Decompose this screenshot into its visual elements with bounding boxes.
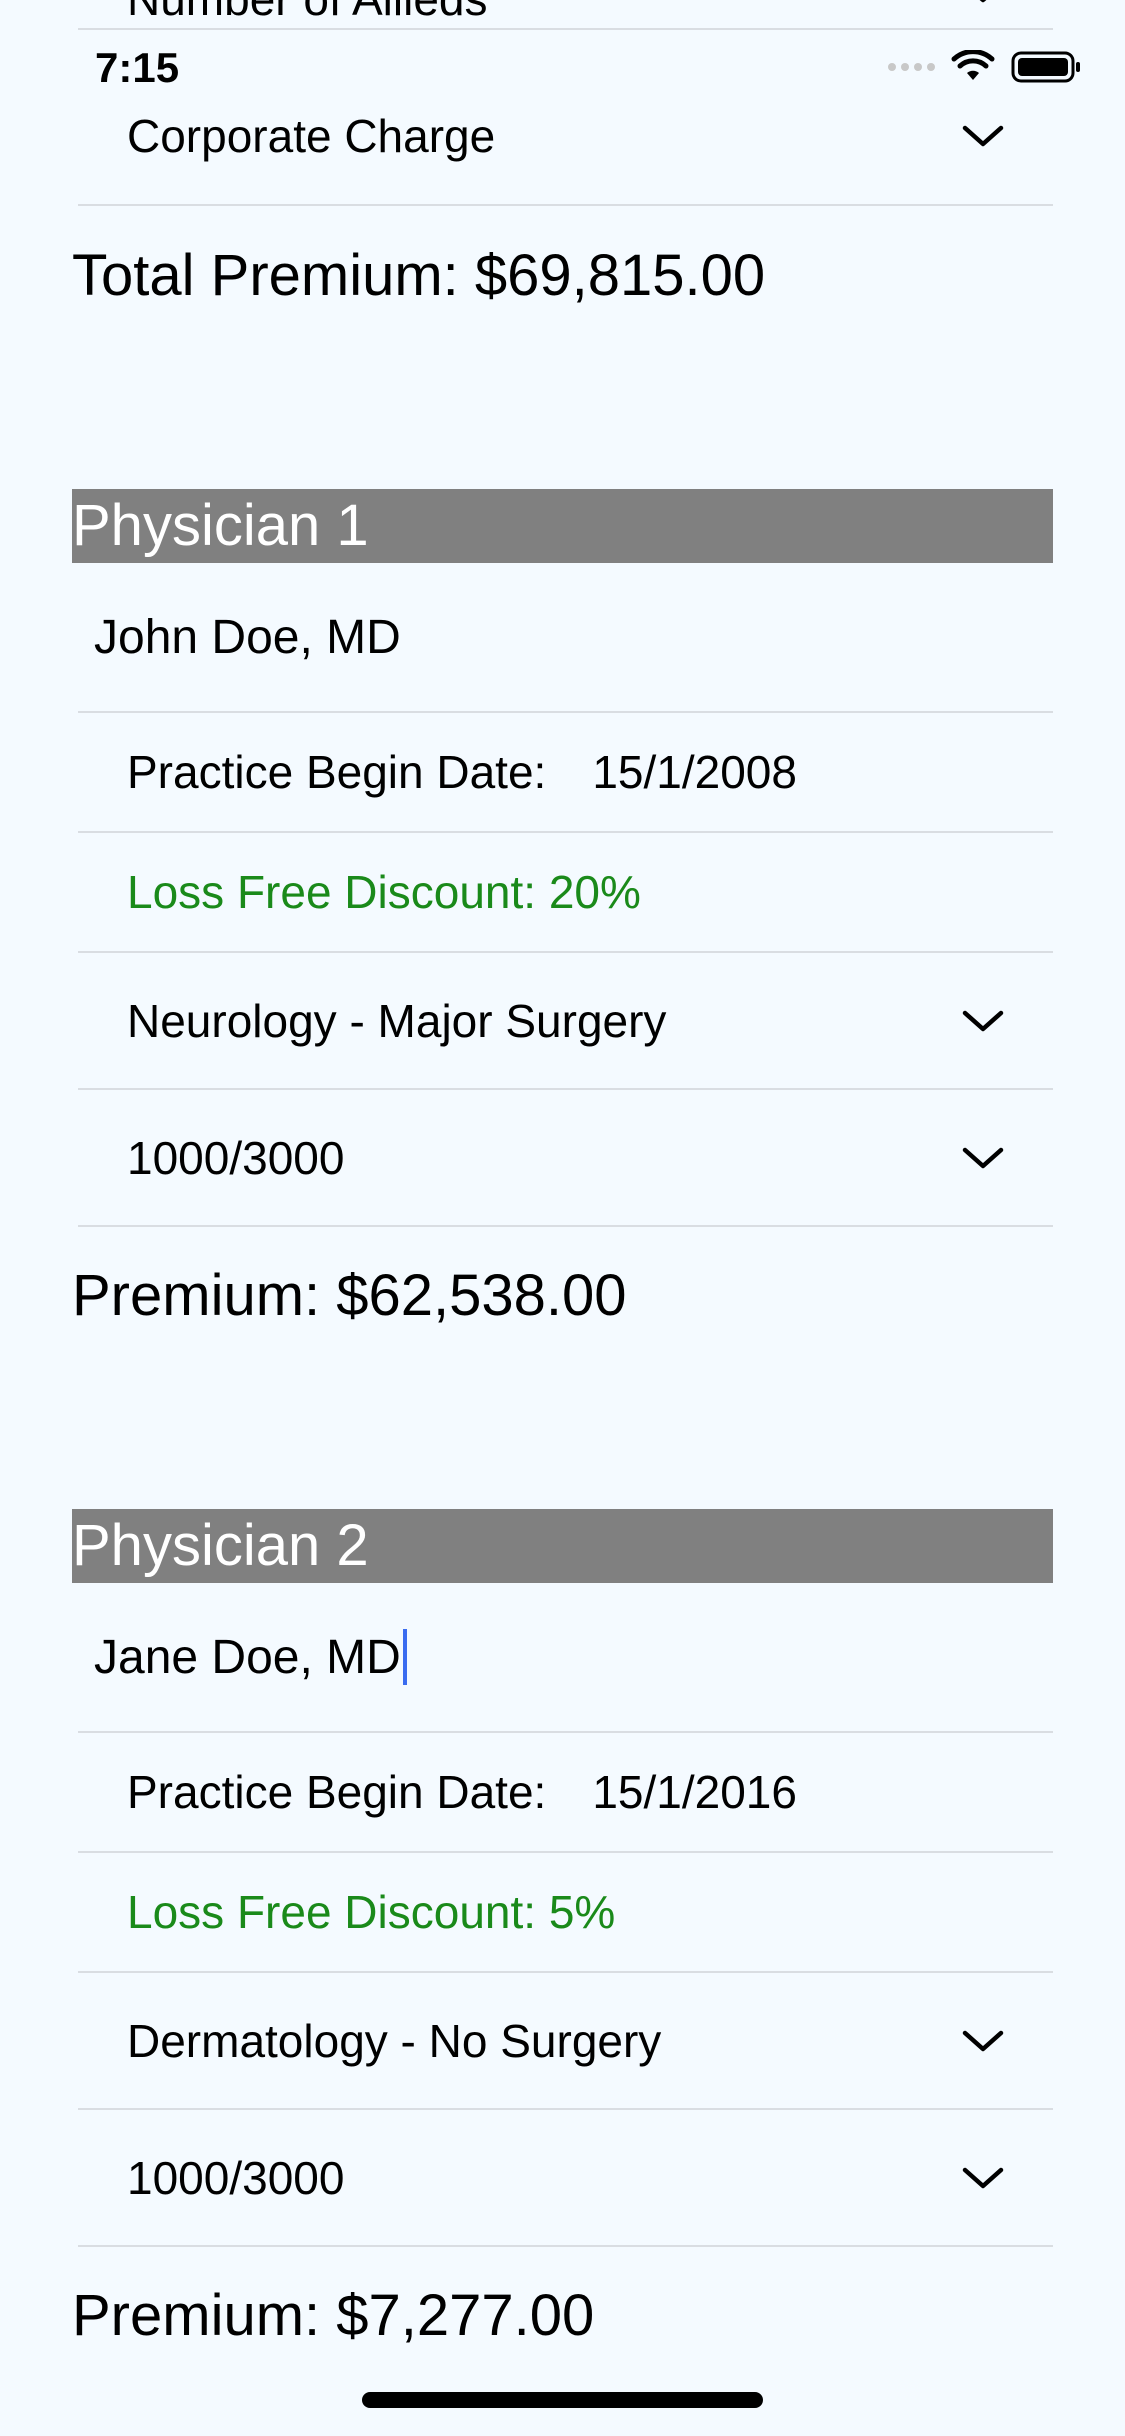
physician-1-specialty-dropdown[interactable]: Neurology - Major Surgery <box>78 953 1053 1090</box>
physician-1-limits-dropdown[interactable]: 1000/3000 <box>78 1090 1053 1227</box>
physician-1-loss-free-discount: Loss Free Discount: 20% <box>78 833 1053 953</box>
chevron-down-icon <box>962 2030 1004 2051</box>
chevron-down-icon <box>979 0 987 3</box>
physician-1-name-value: John Doe, MD <box>94 610 401 664</box>
total-premium: Total Premium: $69,815.00 <box>72 243 766 308</box>
chevron-down-icon <box>962 125 1004 147</box>
chevron-down-icon <box>962 1010 1004 1031</box>
physician-2-specialty-dropdown[interactable]: Dermatology - No Surgery <box>78 1973 1053 2110</box>
dropdown-number-of-allieds[interactable]: Number of Allieds <box>78 0 1053 30</box>
physician-2-limits-dropdown[interactable]: 1000/3000 <box>78 2110 1053 2247</box>
physician-1-header-label: Physician 1 <box>72 493 369 558</box>
corporate-charge-label: Corporate Charge <box>127 110 496 162</box>
physician-1-premium: Premium: $62,538.00 <box>72 1263 627 1328</box>
practice-begin-date-value: 15/1/2016 <box>592 1766 797 1818</box>
physician-2-premium: Premium: $7,277.00 <box>72 2283 595 2348</box>
physician-2-header: Physician 2 <box>72 1509 1053 1583</box>
chevron-down-icon <box>962 1147 1004 1168</box>
physician-2-practice-begin-date[interactable]: Practice Begin Date: 15/1/2016 <box>78 1733 1053 1853</box>
limits-label: 1000/3000 <box>127 1131 345 1184</box>
limits-label: 1000/3000 <box>127 2151 345 2204</box>
practice-begin-date-value: 15/1/2008 <box>592 746 797 798</box>
chevron-down-icon <box>962 2167 1004 2188</box>
app-screen: Number of Allieds 7:15 Corporate Charge … <box>0 0 1125 2436</box>
physician-2-header-label: Physician 2 <box>72 1513 369 1578</box>
practice-begin-date-label: Practice Begin Date: <box>127 746 547 798</box>
physician-2-name-field[interactable]: Jane Doe, MD <box>78 1583 1053 1733</box>
dropdown-corporate-charge[interactable]: Corporate Charge <box>78 68 1053 206</box>
physician-2-loss-free-discount: Loss Free Discount: 5% <box>78 1853 1053 1973</box>
home-indicator[interactable] <box>362 2392 763 2408</box>
physician-1-name-field[interactable]: John Doe, MD <box>78 563 1053 713</box>
loss-free-discount-label: Loss Free Discount: 20% <box>127 866 641 918</box>
physician-1-header: Physician 1 <box>72 489 1053 563</box>
physician-2-name-value: Jane Doe, MD <box>94 1630 401 1684</box>
specialty-label: Neurology - Major Surgery <box>127 994 667 1047</box>
text-cursor <box>402 1629 407 1685</box>
specialty-label: Dermatology - No Surgery <box>127 2014 662 2067</box>
number-of-allieds-label: Number of Allieds <box>127 0 488 26</box>
physician-1-practice-begin-date[interactable]: Practice Begin Date: 15/1/2008 <box>78 713 1053 833</box>
loss-free-discount-label: Loss Free Discount: 5% <box>127 1886 616 1938</box>
practice-begin-date-label: Practice Begin Date: <box>127 1766 547 1818</box>
